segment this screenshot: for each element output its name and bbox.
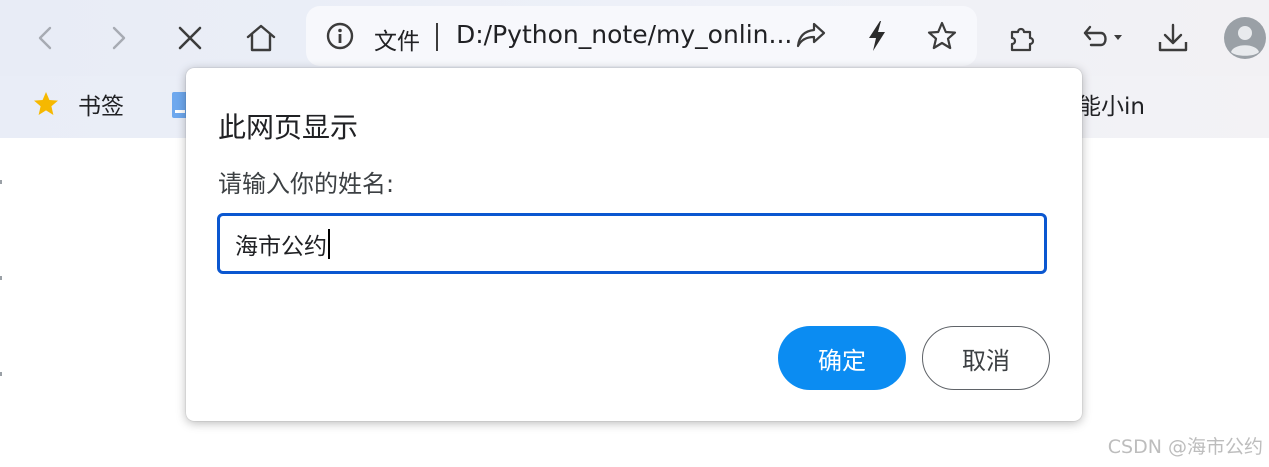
url-text[interactable]: D:/Python_note/my_onlin... [456, 20, 792, 49]
avatar-icon [1224, 17, 1266, 59]
forward-arrow-icon [112, 26, 126, 50]
text-caret [328, 228, 330, 259]
back-arrow-icon [38, 26, 52, 50]
scroll-edge-mark [0, 180, 2, 184]
bookmark-item-shuqian[interactable]: 书签 [32, 86, 124, 122]
scroll-edge-mark [0, 276, 2, 280]
extensions-button[interactable] [998, 14, 1046, 62]
scroll-edge-mark [0, 372, 2, 376]
name-input-value: 海市公约 [235, 233, 327, 260]
star-outline-icon [927, 21, 957, 50]
home-icon [246, 24, 276, 52]
back-button[interactable] [22, 14, 70, 62]
omnibox-divider [436, 23, 438, 51]
bookmark-label: 书签 [78, 94, 124, 120]
stop-loading-button[interactable] [166, 14, 214, 62]
lightning-icon [869, 21, 885, 51]
home-button[interactable] [237, 14, 285, 62]
puzzle-icon [1010, 27, 1035, 52]
history-back-dropdown[interactable] [1076, 14, 1130, 62]
info-icon [326, 22, 354, 50]
prompt-dialog: 此网页显示 请输入你的姓名: 海市公约 确定 取消 [186, 68, 1082, 421]
forward-button[interactable] [94, 14, 142, 62]
undo-icon [1083, 25, 1122, 47]
profile-button[interactable] [1221, 14, 1269, 62]
bookmark-star-button[interactable] [926, 20, 958, 56]
watermark: CSDN @海市公约 [1107, 436, 1263, 458]
name-input[interactable]: 海市公约 [217, 213, 1047, 274]
dialog-message: 请输入你的姓名: [218, 170, 395, 198]
bookmark-item-partial[interactable]: 能小in [1078, 86, 1145, 122]
download-icon [1158, 23, 1188, 52]
bookmark-label: 能小in [1078, 94, 1145, 120]
dialog-title: 此网页显示 [218, 111, 359, 144]
cancel-button[interactable]: 取消 [922, 326, 1050, 390]
share-button[interactable] [795, 20, 827, 54]
downloads-button[interactable] [1149, 14, 1197, 62]
ok-button[interactable]: 确定 [778, 326, 906, 390]
share-icon [796, 22, 826, 48]
star-icon [34, 92, 58, 115]
close-icon [178, 26, 202, 50]
browser-toolbar: 文件 D:/Python_note/my_onlin... [0, 0, 1269, 76]
scheme-label: 文件 [374, 29, 420, 55]
address-bar[interactable]: 文件 D:/Python_note/my_onlin... [306, 6, 977, 66]
speed-boost-button[interactable] [864, 20, 890, 56]
site-info-button[interactable] [326, 22, 354, 54]
